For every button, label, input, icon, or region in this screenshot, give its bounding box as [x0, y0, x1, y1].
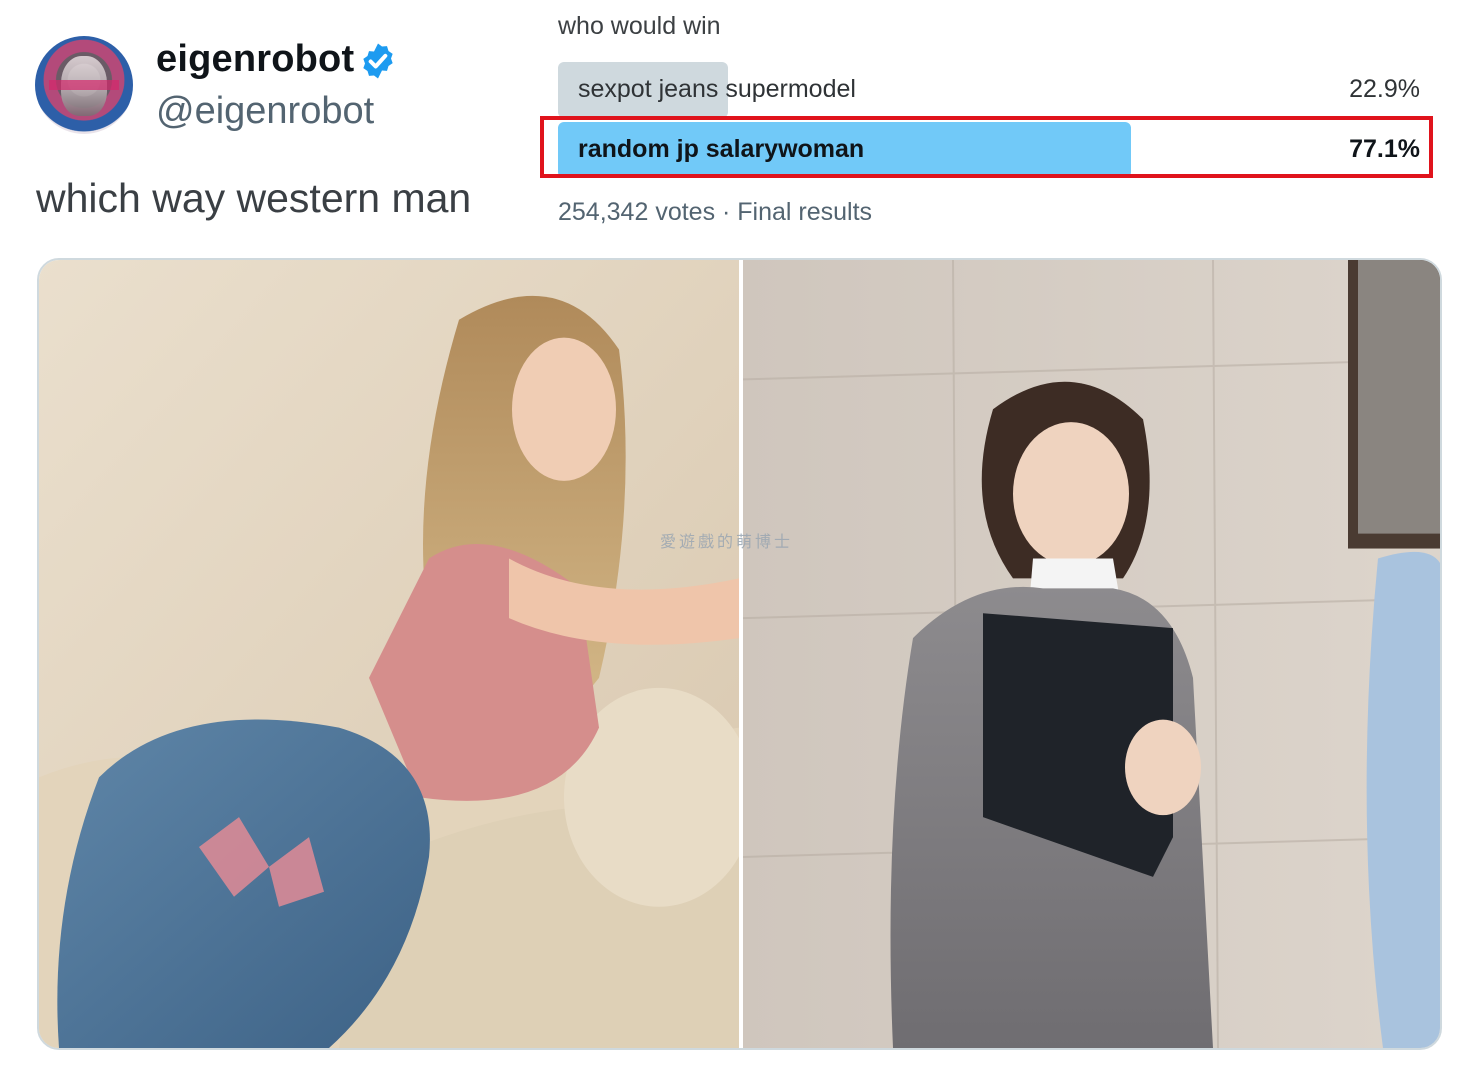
avatar[interactable] [35, 36, 133, 134]
office-worker-photo[interactable] [743, 260, 1440, 1048]
watermark: 愛遊戲的萌博士 [660, 534, 794, 551]
media-grid [37, 258, 1442, 1050]
poll-option-percent: 22.9% [1349, 75, 1420, 103]
tweet-text: which way western man [36, 175, 472, 221]
user-handle[interactable]: @eigenrobot [156, 90, 374, 133]
avatar-band [49, 80, 119, 90]
highlight-box [540, 116, 1433, 178]
poll-option-label: sexpot jeans supermodel [578, 75, 856, 103]
poll-option: sexpot jeans supermodel 22.9% [558, 62, 1422, 118]
jeans-model-photo[interactable] [39, 260, 739, 1048]
poll-results-meta: 254,342 votes · Final results [558, 198, 873, 226]
display-name[interactable]: eigenrobot [156, 38, 354, 81]
verified-badge-icon [363, 43, 393, 79]
poll-question: who would win [558, 12, 721, 40]
